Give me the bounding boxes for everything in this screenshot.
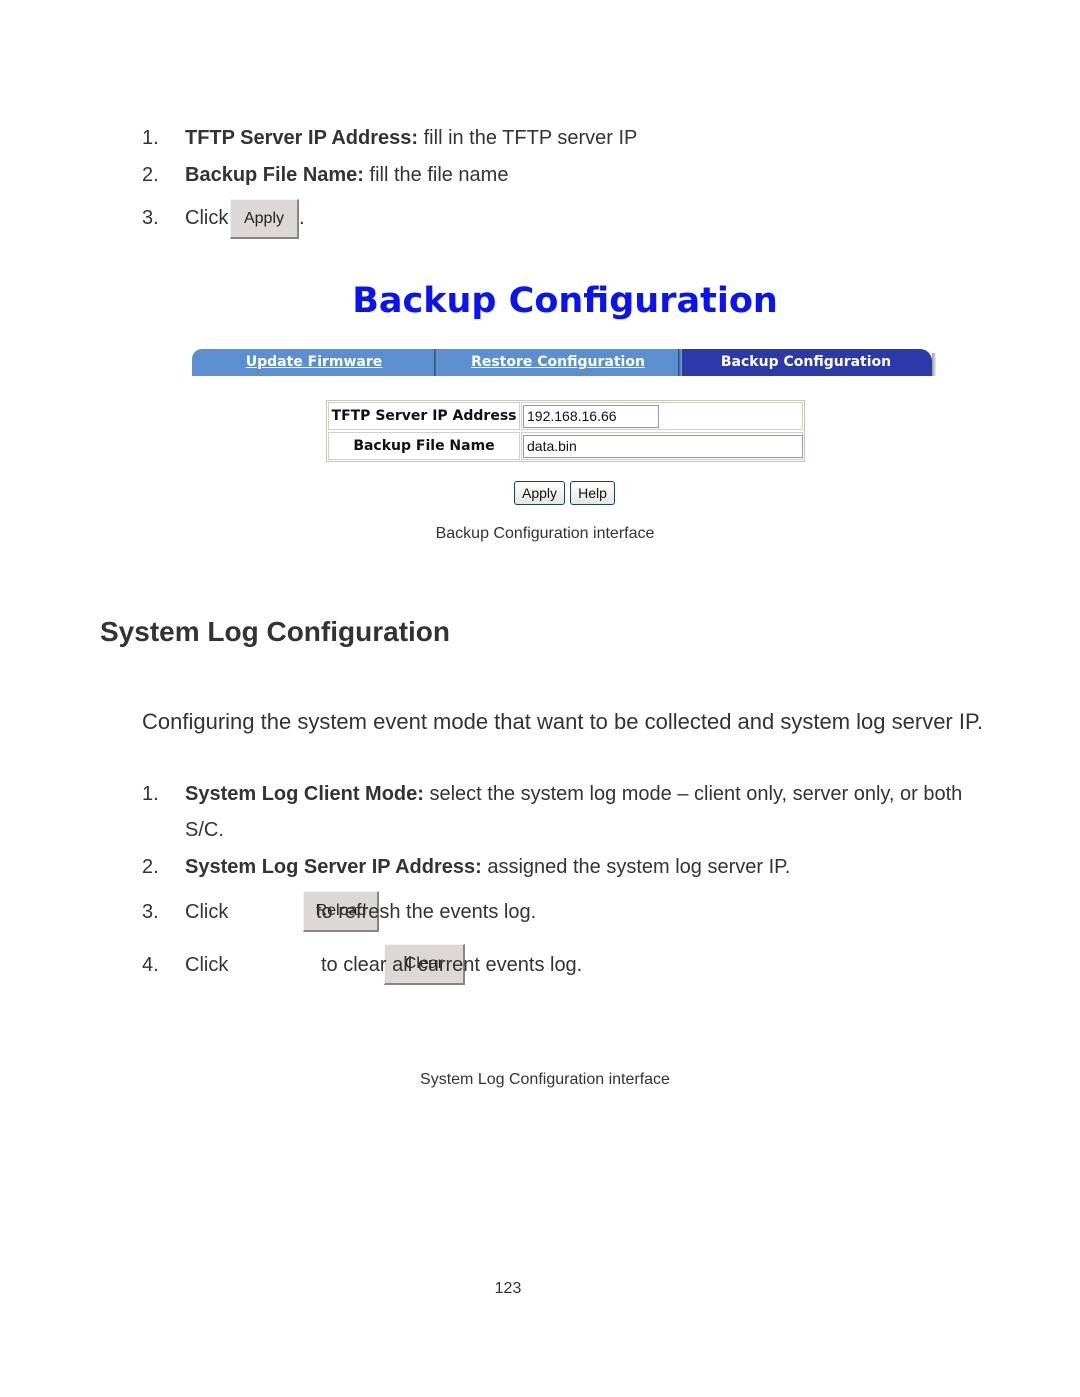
step-number: 2. <box>142 856 159 878</box>
step-number: 3. <box>142 207 159 229</box>
help-button[interactable]: Help <box>570 481 615 505</box>
backup-form-table: TFTP Server IP Address 192.168.16.66 Bac… <box>326 400 805 462</box>
step-text: to refresh the events log. <box>316 901 537 923</box>
step-term: System Log Client Mode: <box>185 783 424 805</box>
tftp-ip-input[interactable]: 192.168.16.66 <box>523 405 659 428</box>
step-term: Backup File Name: <box>185 164 364 186</box>
step-number: 2. <box>142 164 159 186</box>
tab-restore-configuration[interactable]: Restore Configuration <box>436 349 680 376</box>
form-row-tftp-ip: TFTP Server IP Address 192.168.16.66 <box>328 402 803 430</box>
step-term: TFTP Server IP Address: <box>185 127 419 149</box>
syslog-caption: System Log Configuration interface <box>420 1071 670 1088</box>
step-text: assigned the system log server IP. <box>481 856 791 878</box>
step-term: System Log Server IP Address: <box>185 856 482 878</box>
tftp-ip-label: TFTP Server IP Address <box>328 402 520 430</box>
section-title: System Log Configuration <box>100 616 450 647</box>
tab-update-firmware[interactable]: Update Firmware <box>192 349 436 376</box>
step-text: to clear all current events log. <box>321 954 583 976</box>
backup-file-label: Backup File Name <box>328 432 520 460</box>
step-text: . <box>299 207 305 229</box>
step-number: 1. <box>142 783 159 805</box>
step-number: 1. <box>142 127 159 149</box>
tab-backup-configuration[interactable]: Backup Configuration <box>680 349 932 376</box>
step-text: fill the file name <box>363 164 509 186</box>
tab-divider <box>678 349 682 376</box>
page-number: 123 <box>494 1280 522 1297</box>
backup-caption: Backup Configuration interface <box>435 525 655 542</box>
backup-file-input[interactable]: data.bin <box>523 435 803 458</box>
step-text: fill in the TFTP server IP <box>418 127 638 149</box>
step-text: Click <box>185 954 229 976</box>
form-row-backup-file: Backup File Name data.bin <box>328 432 803 460</box>
section-paragraph: Configuring the system event mode that w… <box>142 709 983 734</box>
apply-button-illustration[interactable]: Apply <box>230 198 299 239</box>
tab-shadow <box>932 353 936 376</box>
step-text: Click <box>185 207 229 229</box>
backup-config-title: Backup Configuration <box>352 281 778 321</box>
step-number: 4. <box>142 954 159 976</box>
step-number: 3. <box>142 901 159 923</box>
tab-divider <box>434 349 438 376</box>
step-text: Click <box>185 901 229 923</box>
tab-bar: Update Firmware Restore Configuration Ba… <box>192 349 936 376</box>
apply-button[interactable]: Apply <box>514 481 565 505</box>
